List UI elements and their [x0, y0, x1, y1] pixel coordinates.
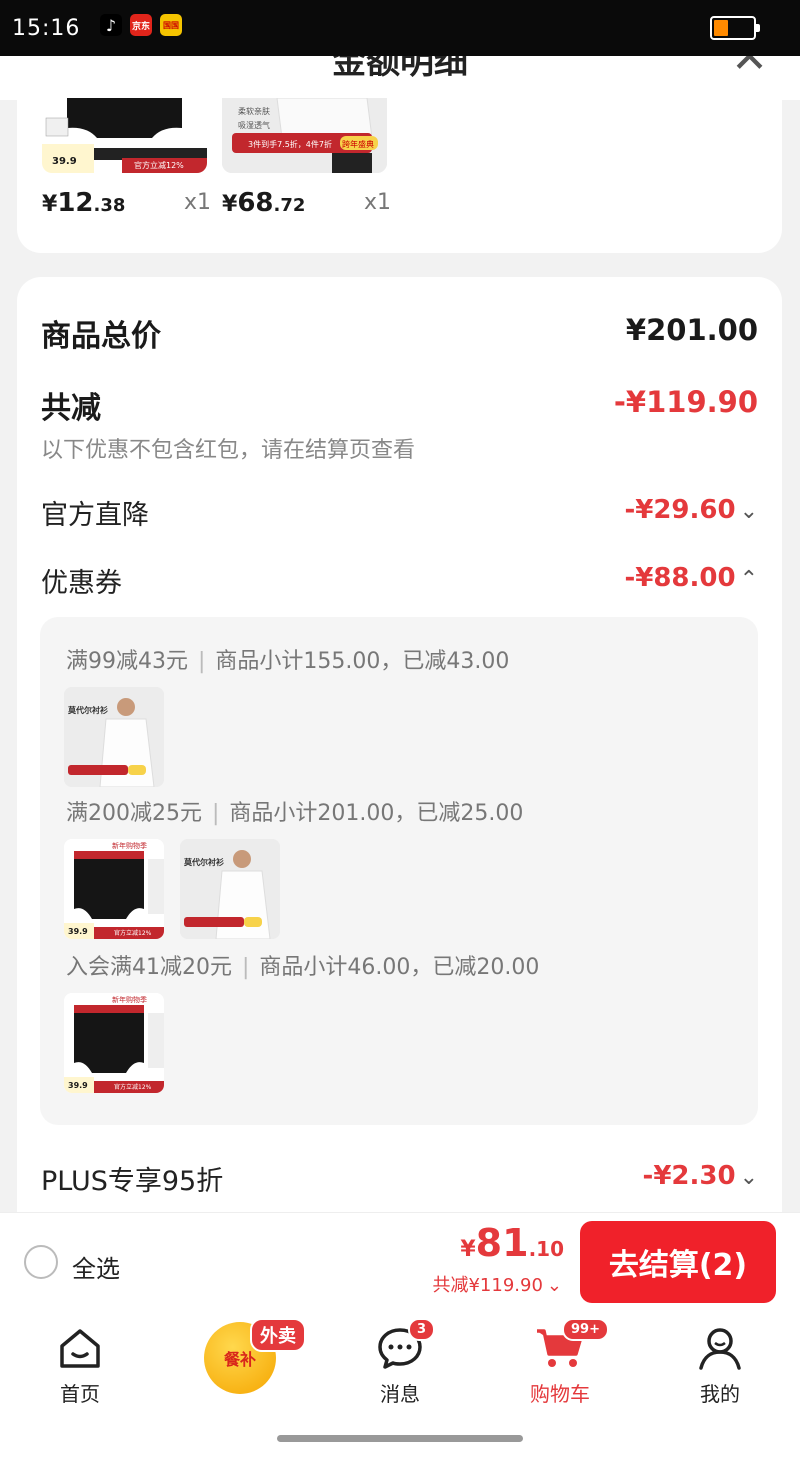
sheet-title: 金额明细 [332, 56, 468, 82]
total-price: ¥81.10 [460, 1221, 564, 1265]
coupon-product-tag: 官方立减12% [114, 930, 152, 937]
official-discount-label: 官方直降 [41, 500, 149, 531]
product-image-price: 39.9 [52, 156, 77, 167]
discount-note: 以下优惠不包含红包，请在结算页查看 [41, 438, 416, 463]
messages-badge: 3 [408, 1318, 436, 1341]
tab-cart[interactable]: 购物车 99+ [500, 1318, 620, 1407]
product-item-shirt[interactable]: 柔软亲肤 吸湿透气 3件到手7.5折，4件7折 跨年盛典 ¥68.72 x1 [222, 98, 391, 218]
coupon-product-title: 莫代尔衬衫 [68, 706, 108, 715]
plus-discount-label: PLUS专享95折 [41, 1166, 224, 1197]
jd-icon: 京东 [130, 14, 152, 36]
coupon-detail-panel: 满99减43元 | 商品小计155.00，已减43.00 莫代尔衬衫 满200减25… [40, 617, 758, 1125]
goods-total-value: ¥201.00 [625, 313, 758, 347]
goods-total-label: 商品总价 [41, 319, 161, 354]
product-feature-1: 柔软亲肤 [238, 107, 270, 116]
coupon-product-banner: 新年购物季 [112, 842, 147, 850]
coupon-line: 满200减25元 | 商品小计201.00，已减25.00 [66, 801, 524, 826]
sheet-header: 金额明细 ✕ [0, 56, 800, 100]
plus-discount-row[interactable]: PLUS专享95折 -¥2.30 ⌄ [41, 1159, 758, 1199]
status-time: 15:16 [12, 16, 81, 41]
product-image-shirt[interactable]: 柔软亲肤 吸湿透气 3件到手7.5折，4件7折 跨年盛典 [222, 98, 387, 173]
chevron-down-icon[interactable]: ⌄ [740, 499, 758, 524]
product-price: ¥12.38 [42, 188, 126, 218]
chevron-down-icon: ⌄ [546, 1275, 562, 1296]
user-icon [699, 1328, 741, 1370]
official-discount-amount: -¥29.60 ⌄ [624, 495, 758, 525]
status-bar: 15:16 ♪ 京东 国国 [0, 0, 800, 56]
product-image-badge: 跨年盛典 [342, 140, 374, 149]
product-image-underwear[interactable]: 39.9 官方立减12% [42, 98, 207, 173]
coupon-product-title: 莫代尔衬衫 [184, 858, 224, 867]
tab-home[interactable]: 首页 [20, 1326, 140, 1407]
product-qty: x1 [184, 190, 212, 215]
product-card: 39.9 官方立减12% ¥12.38 x1 柔软亲肤 吸湿透气 3件到手7.5… [17, 98, 782, 253]
chevron-down-icon[interactable]: ⌄ [740, 1165, 758, 1190]
discount-value: -¥119.90 [613, 385, 758, 419]
discount-label: 共减 [41, 391, 101, 426]
official-discount-row[interactable]: 官方直降 -¥29.60 ⌄ [41, 493, 758, 533]
plus-discount-amount: -¥2.30 ⌄ [642, 1161, 758, 1191]
checkout-bar: 全选 ¥81.10 共减¥119.90 ⌄ 去结算(2) [0, 1212, 800, 1312]
discount-note-row: 以下优惠不包含红包，请在结算页查看 [41, 432, 758, 464]
home-icon [60, 1329, 100, 1368]
battery-icon [710, 16, 760, 40]
product-image-tag: 官方立减12% [134, 161, 184, 170]
coupon-product-price: 39.9 [68, 927, 88, 936]
product-image-tag: 3件到手7.5折，4件7折 [248, 140, 332, 149]
meal-tag: 外卖 [250, 1318, 306, 1352]
bottom-tab-bar: 首页 餐补 外卖 消息 3 购物车 99+ 我的 [0, 1312, 800, 1465]
home-indicator[interactable] [277, 1435, 523, 1442]
tab-messages-label: 消息 [380, 1382, 420, 1406]
product-feature-2: 吸湿透气 [238, 121, 270, 130]
coupon-amount: -¥88.00 ⌃ [624, 563, 758, 593]
cart-badge: 99+ [562, 1318, 609, 1341]
coupon-product-shirt[interactable]: 莫代尔衬衫 [64, 687, 164, 787]
tab-me[interactable]: 我的 [660, 1326, 780, 1407]
status-app-icons: ♪ 京东 国国 [100, 14, 182, 36]
tab-me-label: 我的 [700, 1382, 740, 1406]
coupon-line: 满99减43元 | 商品小计155.00，已减43.00 [66, 649, 510, 674]
goods-total-row: 商品总价 ¥201.00 [41, 311, 758, 354]
coupon-product-underwear[interactable]: 新年购物季 39.9 官方立减12% [64, 993, 164, 1093]
coupon-label: 优惠券 [41, 568, 122, 599]
coupon-product-shirt[interactable]: 莫代尔衬衫 [180, 839, 280, 939]
coupon-product-underwear[interactable]: 新年购物季 39.9 官方立减12% [64, 839, 164, 939]
total-save-link[interactable]: 共减¥119.90 ⌄ [432, 1271, 562, 1297]
select-all-label[interactable]: 全选 [72, 1249, 120, 1284]
coupon-product-price: 39.9 [68, 1081, 88, 1090]
tiktok-icon: ♪ [100, 14, 122, 36]
coupon-line: 入会满41减20元 | 商品小计46.00，已减20.00 [66, 955, 540, 980]
g-icon: 国国 [160, 14, 182, 36]
close-icon[interactable]: ✕ [731, 56, 768, 83]
chevron-up-icon[interactable]: ⌃ [740, 567, 758, 592]
coupon-product-banner: 新年购物季 [112, 996, 147, 1004]
tab-messages[interactable]: 消息 3 [340, 1318, 460, 1407]
product-price: ¥68.72 [222, 188, 306, 218]
tab-cart-label: 购物车 [530, 1382, 590, 1406]
product-item-underwear[interactable]: 39.9 官方立减12% ¥12.38 x1 [42, 98, 211, 218]
coupon-product-tag: 官方立减12% [114, 1084, 152, 1091]
tab-home-label: 首页 [60, 1382, 100, 1406]
product-qty: x1 [364, 190, 392, 215]
checkout-button[interactable]: 去结算(2) [580, 1221, 776, 1303]
discount-row: 共减 -¥119.90 [41, 383, 758, 426]
coupon-row[interactable]: 优惠券 -¥88.00 ⌃ [41, 561, 758, 601]
select-all-radio[interactable] [24, 1245, 58, 1279]
